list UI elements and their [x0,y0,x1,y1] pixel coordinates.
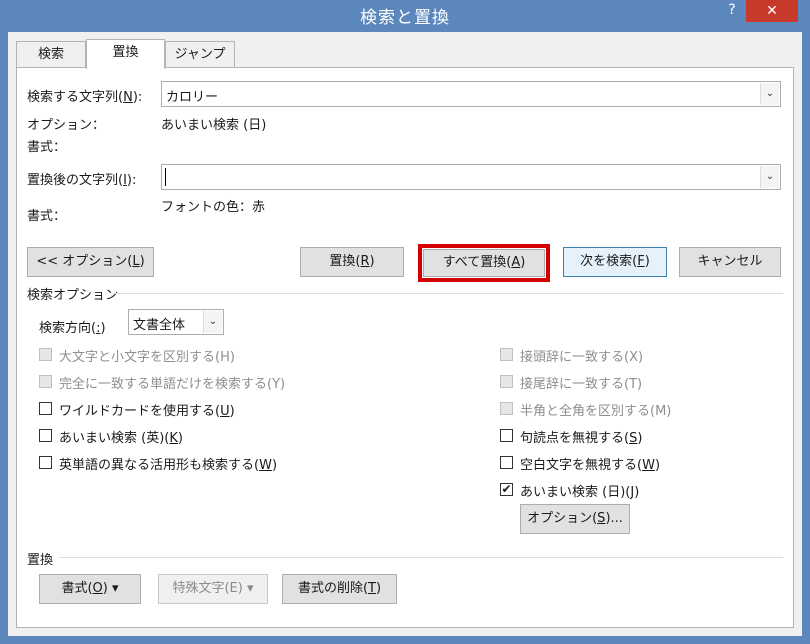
special-dropdown-icon: ▾ [246,581,254,596]
tab-goto[interactable]: ジャンプ [165,41,235,67]
direction-value: 文書全体 [133,318,186,333]
replace-dropdown-icon[interactable]: ⌄ [760,166,779,188]
replace-combo[interactable]: ⌄ [161,164,781,190]
format-value-replace: フォントの色：赤 [161,200,266,215]
replace-all-button[interactable]: すべて置換(A) [423,249,545,277]
dialog-body: 検索 置換 ジャンプ 検索する文字列(N): カロリー ⌄ オプション： あいま… [8,32,802,636]
direction-label: 検索方向(:) [39,321,106,336]
punctuation-label[interactable]: 句読点を無視する(S) [520,427,642,446]
close-button[interactable]: ✕ [746,0,798,22]
search-combo[interactable]: カロリー ⌄ [161,81,781,107]
width-label: 半角と全角を区別する(M) [520,404,672,419]
replace-panel: 検索する文字列(N): カロリー ⌄ オプション： あいまい検索 (日) 書式：… [16,67,794,628]
cancel-button[interactable]: キャンセル [679,247,781,277]
replace-section-separator [59,557,783,558]
check-icon: ✔ [501,482,512,496]
text-cursor [165,168,166,186]
whole-word-label: 完全に一致する単語だけを検索する(Y) [59,377,286,392]
direction-select[interactable]: 文書全体 ⌄ [128,309,224,335]
suffix-label: 接尾辞に一致する(T) [520,377,643,392]
options-toggle-button[interactable]: << オプション(L) [27,247,154,277]
width-checkbox [500,402,513,415]
search-input[interactable]: カロリー [166,86,218,105]
tab-replace[interactable]: 置換 [86,39,165,69]
suffix-checkbox [500,375,513,388]
whole-word-checkbox [39,375,52,388]
search-label: 検索する文字列(N): [27,90,143,105]
match-case-checkbox [39,348,52,361]
prefix-checkbox [500,348,513,361]
tab-search[interactable]: 検索 [16,41,86,67]
window-title: 検索と置換 [360,8,450,28]
replace-button[interactable]: 置換(R) [300,247,404,277]
word-forms-label[interactable]: 英単語の異なる活用形も検索する(W) [59,454,277,473]
match-case-label: 大文字と小文字を区別する(H) [59,350,235,365]
wildcards-label[interactable]: ワイルドカードを使用する(U) [59,400,235,419]
whitespace-label[interactable]: 空白文字を無視する(W) [520,454,660,473]
fuzzy-jp-label[interactable]: あいまい検索 (日)(J) [520,481,639,500]
replace-section-header: 置換 [27,553,54,568]
options-label: オプション： [27,118,106,133]
title-bar: 検索と置換 ? ✕ [0,0,810,32]
fuzzy-en-label[interactable]: あいまい検索 (英)(K) [59,427,183,446]
search-dropdown-icon[interactable]: ⌄ [760,83,779,105]
format-button[interactable]: 書式(O) ▾ [39,574,141,604]
find-next-button[interactable]: 次を検索(F) [563,247,667,277]
help-button[interactable]: ? [718,0,746,22]
prefix-label: 接頭辞に一致する(X) [520,350,644,365]
word-forms-checkbox[interactable] [39,456,52,469]
punctuation-checkbox[interactable] [500,429,513,442]
remove-format-button[interactable]: 書式の削除(T) [282,574,397,604]
direction-dropdown-icon[interactable]: ⌄ [203,311,222,333]
search-options-separator [113,293,783,294]
fuzzy-options-button[interactable]: オプション(S)... [520,504,630,534]
whitespace-checkbox[interactable] [500,456,513,469]
format-label-replace: 書式： [27,209,67,224]
wildcards-checkbox[interactable] [39,402,52,415]
replace-label: 置換後の文字列(I): [27,173,137,188]
format-dropdown-icon: ▾ [112,581,119,596]
search-options-header: 検索オプション [27,288,119,303]
special-button: 特殊文字(E) ▾ [158,574,268,604]
options-value: あいまい検索 (日) [161,118,267,133]
fuzzy-en-checkbox[interactable] [39,429,52,442]
format-label-search: 書式： [27,140,67,155]
fuzzy-jp-checkbox[interactable]: ✔ [500,483,513,496]
